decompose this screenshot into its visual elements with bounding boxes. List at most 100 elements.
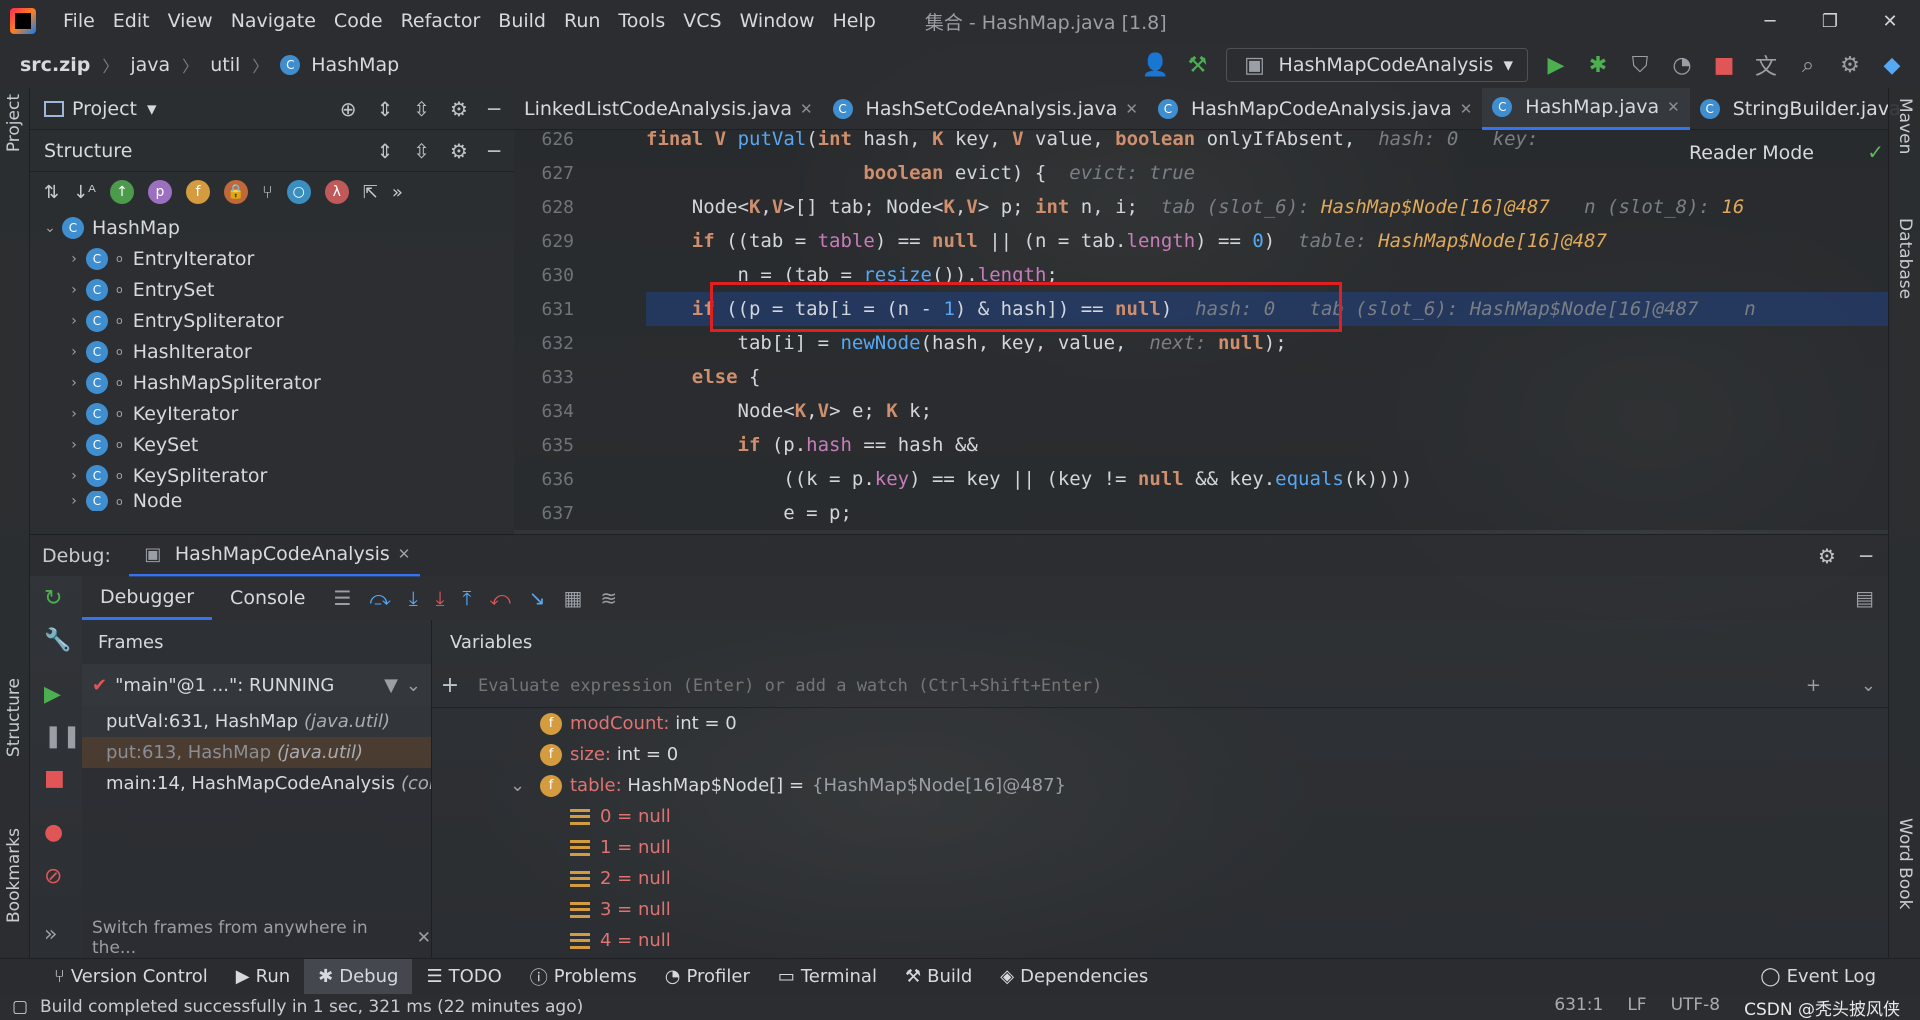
more-icon[interactable]: » xyxy=(44,922,57,947)
array-element-row[interactable]: 4 = null xyxy=(432,925,1888,956)
close-window-icon[interactable]: ✕ xyxy=(1860,11,1920,32)
drop-frame-icon[interactable]: ⤺ xyxy=(489,586,510,610)
restore-icon[interactable]: ❐ xyxy=(1800,11,1860,32)
show-non-public-icon[interactable]: 🔒 xyxy=(223,180,248,204)
more-icon[interactable]: » xyxy=(392,182,403,203)
menu-tools[interactable]: Tools xyxy=(609,10,674,32)
array-element-row[interactable]: 0 = null xyxy=(432,801,1888,832)
translate-icon[interactable]: 文 xyxy=(1752,49,1780,81)
add-watch-icon[interactable]: + xyxy=(432,673,468,698)
user-icon[interactable]: 👤 xyxy=(1142,53,1170,78)
wrench-icon[interactable]: 🔧 xyxy=(44,628,71,653)
run-icon[interactable]: ▶ xyxy=(1542,53,1570,78)
close-icon[interactable]: ✕ xyxy=(800,100,813,118)
menu-run[interactable]: Run xyxy=(555,10,609,32)
code-editor[interactable]: Reader Mode ✓ 626 final V putVal(int has… xyxy=(514,130,1894,530)
breadcrumb-java[interactable]: java xyxy=(130,54,170,76)
filter-icon[interactable]: ▼ xyxy=(384,675,398,696)
tab-hashmapcodeanalysis[interactable]: C HashMapCodeAnalysis.java ✕ xyxy=(1148,88,1482,130)
array-element-row[interactable]: 1 = null xyxy=(432,832,1888,863)
collapse-all-icon[interactable]: ⇳ xyxy=(413,97,430,121)
tree-item[interactable]: › C o KeyIterator xyxy=(38,398,514,429)
expand-all-icon[interactable]: ⇕ xyxy=(376,139,393,163)
status-message[interactable]: Build completed successfully in 1 sec, 3… xyxy=(40,997,583,1017)
tree-item[interactable]: › C o EntryIterator xyxy=(38,243,514,274)
tree-item[interactable]: › C o EntrySpliterator xyxy=(38,305,514,336)
show-anonymous-icon[interactable]: ○ xyxy=(286,180,311,204)
chevron-right-icon[interactable]: › xyxy=(62,282,86,298)
show-properties-icon[interactable]: p xyxy=(147,180,172,204)
caret-position[interactable]: 631:1 xyxy=(1554,995,1603,1020)
variable-row[interactable]: f modCount: int = 0 xyxy=(432,708,1888,739)
tree-item[interactable]: › C o KeySet xyxy=(38,429,514,460)
tree-item[interactable]: › C o HashMapSpliterator xyxy=(38,367,514,398)
variable-row[interactable]: f size: int = 0 xyxy=(432,739,1888,770)
chevron-right-icon[interactable]: › xyxy=(62,437,86,453)
menu-navigate[interactable]: Navigate xyxy=(222,10,325,32)
terminal-button[interactable]: ▭ Terminal xyxy=(764,959,891,995)
problems-button[interactable]: ⓘ Problems xyxy=(516,959,651,995)
menu-refactor[interactable]: Refactor xyxy=(392,10,490,32)
project-panel-title[interactable]: Project xyxy=(72,98,137,120)
profile-icon[interactable]: ◔ xyxy=(1668,53,1696,78)
menu-code[interactable]: Code xyxy=(325,10,392,32)
bookmarks-stripe-button[interactable]: Bookmarks xyxy=(4,828,24,923)
force-step-into-icon[interactable]: ⤓ xyxy=(436,586,445,610)
tab-debugger[interactable]: Debugger xyxy=(82,576,213,620)
sort-alpha-icon[interactable]: ↓ᴬ xyxy=(73,182,96,203)
menu-view[interactable]: View xyxy=(159,10,222,32)
step-over-icon[interactable]: ⤼ xyxy=(369,586,390,610)
breadcrumb-util[interactable]: util xyxy=(210,54,240,76)
run-configuration-select[interactable]: ▣ HashMapCodeAnalysis ▾ xyxy=(1225,48,1528,82)
tree-item[interactable]: › C o HashIterator xyxy=(38,336,514,367)
hide-icon[interactable]: ─ xyxy=(488,97,500,121)
show-fields-icon[interactable]: f xyxy=(185,180,210,204)
chevron-down-icon[interactable]: ⌄ xyxy=(1861,675,1876,696)
expand-all-icon[interactable]: ⇕ xyxy=(376,97,393,121)
menu-window[interactable]: Window xyxy=(731,10,824,32)
menu-vcs[interactable]: VCS xyxy=(674,10,730,32)
breadcrumb-src-zip[interactable]: src.zip xyxy=(20,54,90,76)
close-icon[interactable]: ✕ xyxy=(1460,100,1473,118)
chevron-right-icon[interactable]: › xyxy=(62,251,86,267)
stack-frame[interactable]: main:14, HashMapCodeAnalysis (com xyxy=(82,768,431,799)
pause-icon[interactable]: ❚❚ xyxy=(44,724,81,749)
gear-icon[interactable]: ⚙ xyxy=(1818,544,1836,568)
array-element-row[interactable]: 3 = null xyxy=(432,894,1888,925)
line-separator[interactable]: LF xyxy=(1627,995,1646,1020)
chevron-down-icon[interactable]: ⌄ xyxy=(38,220,62,236)
chevron-right-icon[interactable]: › xyxy=(62,344,86,360)
chevron-right-icon[interactable]: › xyxy=(62,468,86,484)
chevron-down-icon[interactable]: ▾ xyxy=(147,98,157,120)
mute-breakpoints-icon[interactable]: ⊘ xyxy=(44,864,62,889)
hide-icon[interactable]: ─ xyxy=(488,139,500,163)
tree-item[interactable]: › C o EntrySet xyxy=(38,274,514,305)
tab-hashsetcodeanalysis[interactable]: C HashSetCodeAnalysis.java ✕ xyxy=(823,88,1148,130)
view-breakpoints-icon[interactable]: ● xyxy=(44,820,63,845)
file-encoding[interactable]: UTF-8 xyxy=(1671,995,1721,1020)
settings-gear-icon[interactable]: ⚙ xyxy=(1836,53,1864,78)
chevron-right-icon[interactable]: › xyxy=(62,406,86,422)
gear-icon[interactable]: ⚙ xyxy=(450,139,468,163)
locate-icon[interactable]: ⊕ xyxy=(340,97,357,121)
close-icon[interactable]: ✕ xyxy=(398,545,411,563)
menu-edit[interactable]: Edit xyxy=(104,10,159,32)
variable-row-expanded[interactable]: ⌄ f table: HashMap$Node[] = {HashMap$Nod… xyxy=(432,770,1888,801)
tree-item[interactable]: › C o KeySpliterator xyxy=(38,460,514,491)
status-toggle-icon[interactable]: ▢ xyxy=(12,997,28,1017)
chevron-down-icon[interactable]: ⌄ xyxy=(510,775,540,796)
tab-hashmap-java[interactable]: C HashMap.java ✕ xyxy=(1482,87,1690,130)
structure-stripe-button[interactable]: Structure xyxy=(4,678,24,757)
todo-button[interactable]: ☰ TODO xyxy=(412,959,515,995)
evaluate-expression-input[interactable] xyxy=(468,665,1806,706)
autoscroll-icon[interactable]: ⇱ xyxy=(363,182,378,203)
menu-help[interactable]: Help xyxy=(823,10,884,32)
debug-bug-icon[interactable]: ✱ xyxy=(1584,53,1612,78)
sort-visibility-icon[interactable]: ⇅ xyxy=(44,182,59,203)
chevron-down-icon[interactable]: ⌄ xyxy=(406,675,421,696)
tab-stringbuilder[interactable]: C StringBuilder.java xyxy=(1690,88,1911,130)
debug-session-tab[interactable]: ▣ HashMapCodeAnalysis ✕ xyxy=(128,535,421,577)
menu-build[interactable]: Build xyxy=(489,10,555,32)
stack-frame[interactable]: putVal:631, HashMap (java.util) xyxy=(82,706,431,737)
close-icon[interactable]: ✕ xyxy=(1667,98,1680,116)
